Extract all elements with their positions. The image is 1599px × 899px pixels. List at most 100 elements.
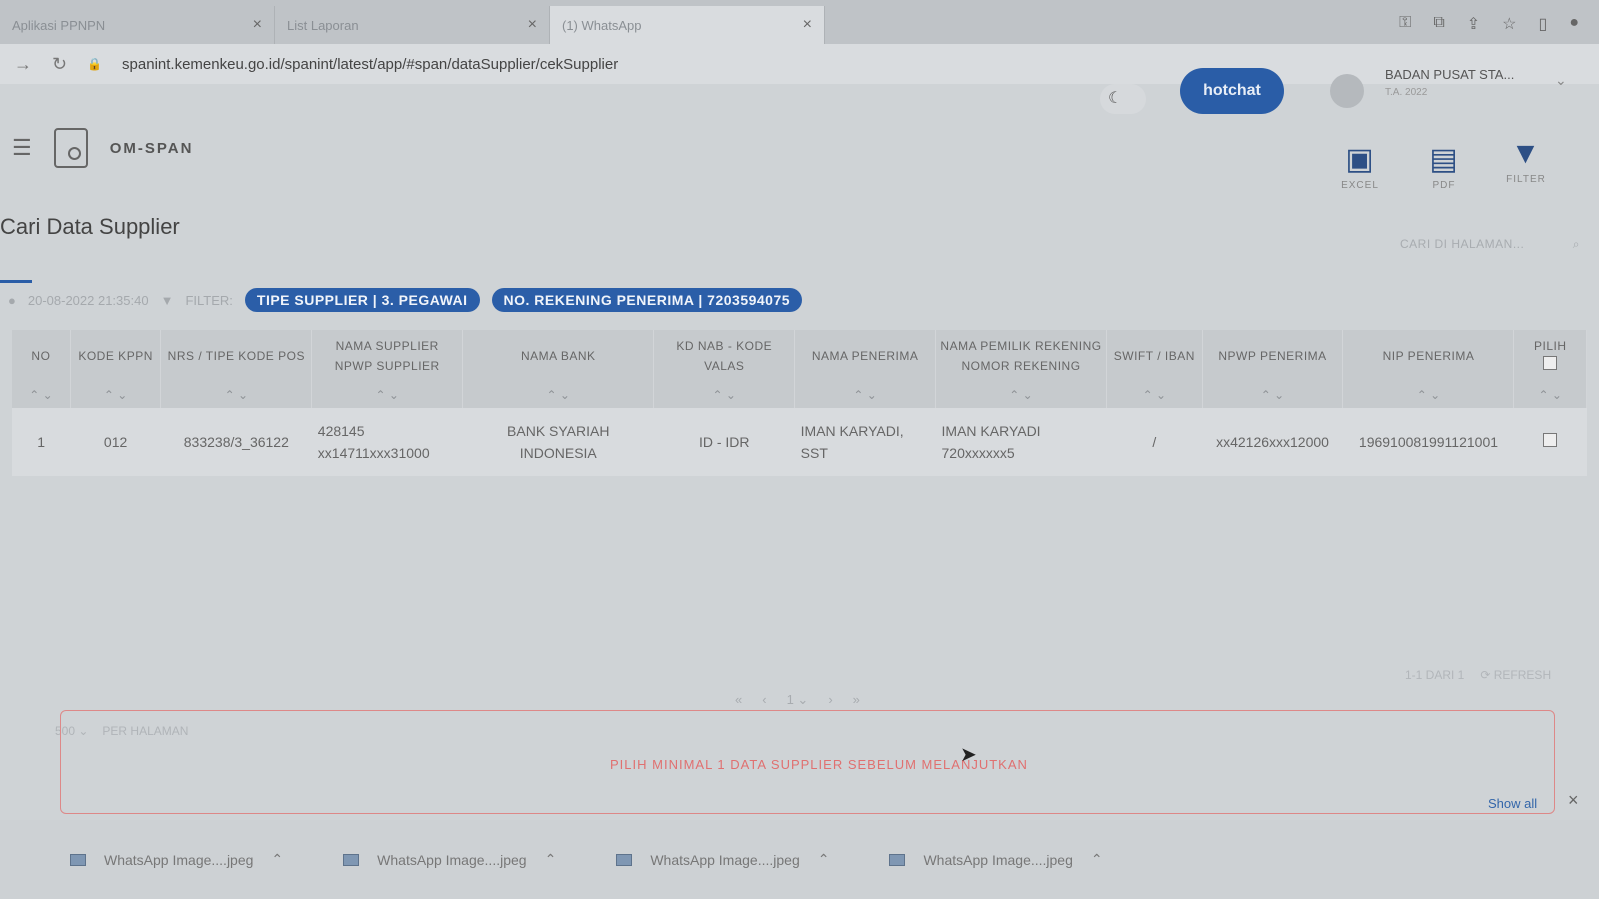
col-header[interactable]: SWIFT / IBAN <box>1106 330 1203 382</box>
cell-pilih <box>1513 408 1587 476</box>
cell-supplier: 428145 xx14711xxx31000 <box>311 408 463 476</box>
page-search[interactable]: CARI DI HALAMAN... ⌕ <box>1400 237 1580 252</box>
col-header[interactable]: NAMA PEMILIK REKENING NOMOR REKENING <box>935 330 1108 382</box>
tab-title: List Laporan <box>287 17 359 33</box>
translate-icon[interactable]: ⧉ <box>1433 14 1444 34</box>
download-filename: WhatsApp Image....jpeg <box>377 851 527 868</box>
download-item[interactable]: WhatsApp Image....jpeg ⌃ <box>889 851 1103 868</box>
last-page-icon[interactable]: » <box>853 692 860 708</box>
filter-small-icon: ▼ <box>160 292 174 308</box>
sort-controls[interactable]: ⌃ ⌄ <box>12 382 71 408</box>
browser-tab[interactable]: List Laporan × <box>275 6 550 44</box>
col-header[interactable]: PILIH <box>1513 330 1587 382</box>
browser-tab[interactable]: (1) WhatsApp × <box>550 6 825 44</box>
hotchat-button[interactable]: hotchat <box>1180 68 1284 114</box>
mouse-cursor-icon: ➤ <box>960 744 977 766</box>
refresh-icon: ⟳ <box>1480 668 1491 682</box>
col-header[interactable]: NO <box>12 330 71 382</box>
reload-icon[interactable]: ↻ <box>52 54 67 75</box>
sort-controls[interactable]: ⌃ ⌄ <box>794 382 937 408</box>
share-icon[interactable]: ⇪ <box>1467 14 1480 34</box>
first-page-icon[interactable]: « <box>735 692 742 708</box>
pdf-button[interactable]: ▤ PDF <box>1416 140 1472 191</box>
col-header[interactable]: NPWP PENERIMA <box>1202 330 1344 382</box>
download-item[interactable]: WhatsApp Image....jpeg ⌃ <box>616 851 829 868</box>
col-header[interactable]: NRS / TIPE KODE POS <box>160 330 313 382</box>
close-icon[interactable]: × <box>1568 790 1579 811</box>
dark-mode-toggle[interactable]: ☾ <box>1100 84 1146 114</box>
image-file-icon <box>343 853 360 866</box>
search-icon[interactable]: ⌕ <box>1573 237 1580 252</box>
col-header[interactable]: KD NAB - KODE VALAS <box>653 330 796 382</box>
sort-controls[interactable]: ⌃ ⌄ <box>311 382 464 408</box>
user-year: T.A. 2022 <box>1385 87 1428 98</box>
pemilik-name: IMAN KARYADI <box>941 423 1041 439</box>
chevron-down-icon[interactable]: ⌄ <box>1555 72 1567 89</box>
row-checkbox[interactable] <box>1543 433 1558 447</box>
download-item[interactable]: WhatsApp Image....jpeg ⌃ <box>343 851 556 868</box>
prev-page-icon[interactable]: ‹ <box>762 692 766 708</box>
browser-tab[interactable]: Aplikasi PPNPN × <box>0 6 275 44</box>
sort-controls[interactable]: ⌃ ⌄ <box>1106 382 1203 408</box>
sort-row: ⌃ ⌄ ⌃ ⌄ ⌃ ⌄ ⌃ ⌄ ⌃ ⌄ ⌃ ⌄ ⌃ ⌄ ⌃ ⌄ ⌃ ⌄ ⌃ ⌄ … <box>12 382 1587 408</box>
filter-caption: FILTER: <box>185 292 233 308</box>
menu-icon[interactable]: ☰ <box>12 135 32 161</box>
user-info[interactable]: BADAN PUSAT STA... T.A. 2022 <box>1385 66 1514 102</box>
title-underline <box>0 280 32 283</box>
profile-icon[interactable]: ● <box>1569 14 1579 34</box>
cell-nrs: 833238/3_36122 <box>160 408 312 476</box>
col-header[interactable]: NAMA SUPPLIER NPWP SUPPLIER <box>311 330 464 382</box>
forward-icon[interactable]: → <box>14 54 32 75</box>
chevron-up-icon[interactable]: ⌃ <box>545 851 557 868</box>
col-header[interactable]: NAMA BANK <box>462 330 655 382</box>
chevron-up-icon[interactable]: ⌃ <box>1091 851 1103 868</box>
download-filename: WhatsApp Image....jpeg <box>923 851 1073 868</box>
table-row[interactable]: 1 012 833238/3_36122 428145 xx14711xxx31… <box>12 408 1587 476</box>
sort-controls[interactable]: ⌃ ⌄ <box>1202 382 1344 408</box>
col-header[interactable]: NIP PENERIMA <box>1342 330 1515 382</box>
sort-controls[interactable]: ⌃ ⌄ <box>462 382 655 408</box>
clock-icon: ● <box>8 292 16 308</box>
url-field[interactable]: spanint.kemenkeu.go.id/spanint/latest/ap… <box>122 56 618 73</box>
sort-controls[interactable]: ⌃ ⌄ <box>1513 382 1587 408</box>
filter-chip[interactable]: TIPE SUPPLIER | 3. PEGAWAI <box>244 288 480 312</box>
sort-controls[interactable]: ⌃ ⌄ <box>935 382 1108 408</box>
pemilik-rek: 720xxxxxx5 <box>941 445 1015 461</box>
refresh-button[interactable]: ⟳ REFRESH <box>1480 668 1551 682</box>
pdf-label: PDF <box>1432 180 1456 191</box>
pilih-label: PILIH <box>1533 339 1567 353</box>
search-input[interactable]: CARI DI HALAMAN... <box>1400 237 1524 252</box>
key-icon[interactable]: ⚿ <box>1399 14 1411 34</box>
excel-button[interactable]: ▣ EXCEL <box>1332 140 1388 191</box>
sort-controls[interactable]: ⌃ ⌄ <box>653 382 796 408</box>
image-file-icon <box>616 853 633 866</box>
filter-chip[interactable]: NO. REKENING PENERIMA | 7203594075 <box>491 288 803 312</box>
avatar[interactable] <box>1330 74 1364 108</box>
sort-controls[interactable]: ⌃ ⌄ <box>1342 382 1515 408</box>
close-icon[interactable]: × <box>803 16 812 34</box>
col-header[interactable]: NAMA PENERIMA <box>794 330 937 382</box>
star-icon[interactable]: ☆ <box>1502 14 1516 34</box>
page-select[interactable]: 1 ⌄ <box>787 692 809 708</box>
sort-controls[interactable]: ⌃ ⌄ <box>70 382 162 408</box>
select-all-checkbox[interactable] <box>1543 356 1558 370</box>
filter-icon: ▼ <box>1510 137 1542 170</box>
close-icon[interactable]: × <box>528 16 537 34</box>
pagination-info: 1-1 DARI 1 ⟳ REFRESH <box>1405 668 1551 682</box>
col-header[interactable]: KODE KPPN <box>70 330 162 382</box>
image-file-icon <box>889 853 906 866</box>
browser-actions: ⚿ ⧉ ⇪ ☆ ▯ ● <box>1399 14 1599 44</box>
chevron-up-icon[interactable]: ⌃ <box>818 851 830 868</box>
close-icon[interactable]: × <box>253 16 262 34</box>
chevron-up-icon[interactable]: ⌃ <box>271 851 283 868</box>
address-bar: → ↻ 🔒 spanint.kemenkeu.go.id/spanint/lat… <box>0 44 1599 84</box>
sort-controls[interactable]: ⌃ ⌄ <box>160 382 313 408</box>
download-item[interactable]: WhatsApp Image....jpeg ⌃ <box>70 851 283 868</box>
app-name: OM-SPAN <box>109 139 194 157</box>
show-all-button[interactable]: Show all <box>1488 796 1537 811</box>
sidebar-icon[interactable]: ▯ <box>1539 14 1548 34</box>
cell-kppn: 012 <box>70 408 161 476</box>
filter-button[interactable]: ▼ FILTER <box>1498 134 1554 185</box>
excel-label: EXCEL <box>1341 180 1379 191</box>
next-page-icon[interactable]: › <box>828 692 832 708</box>
